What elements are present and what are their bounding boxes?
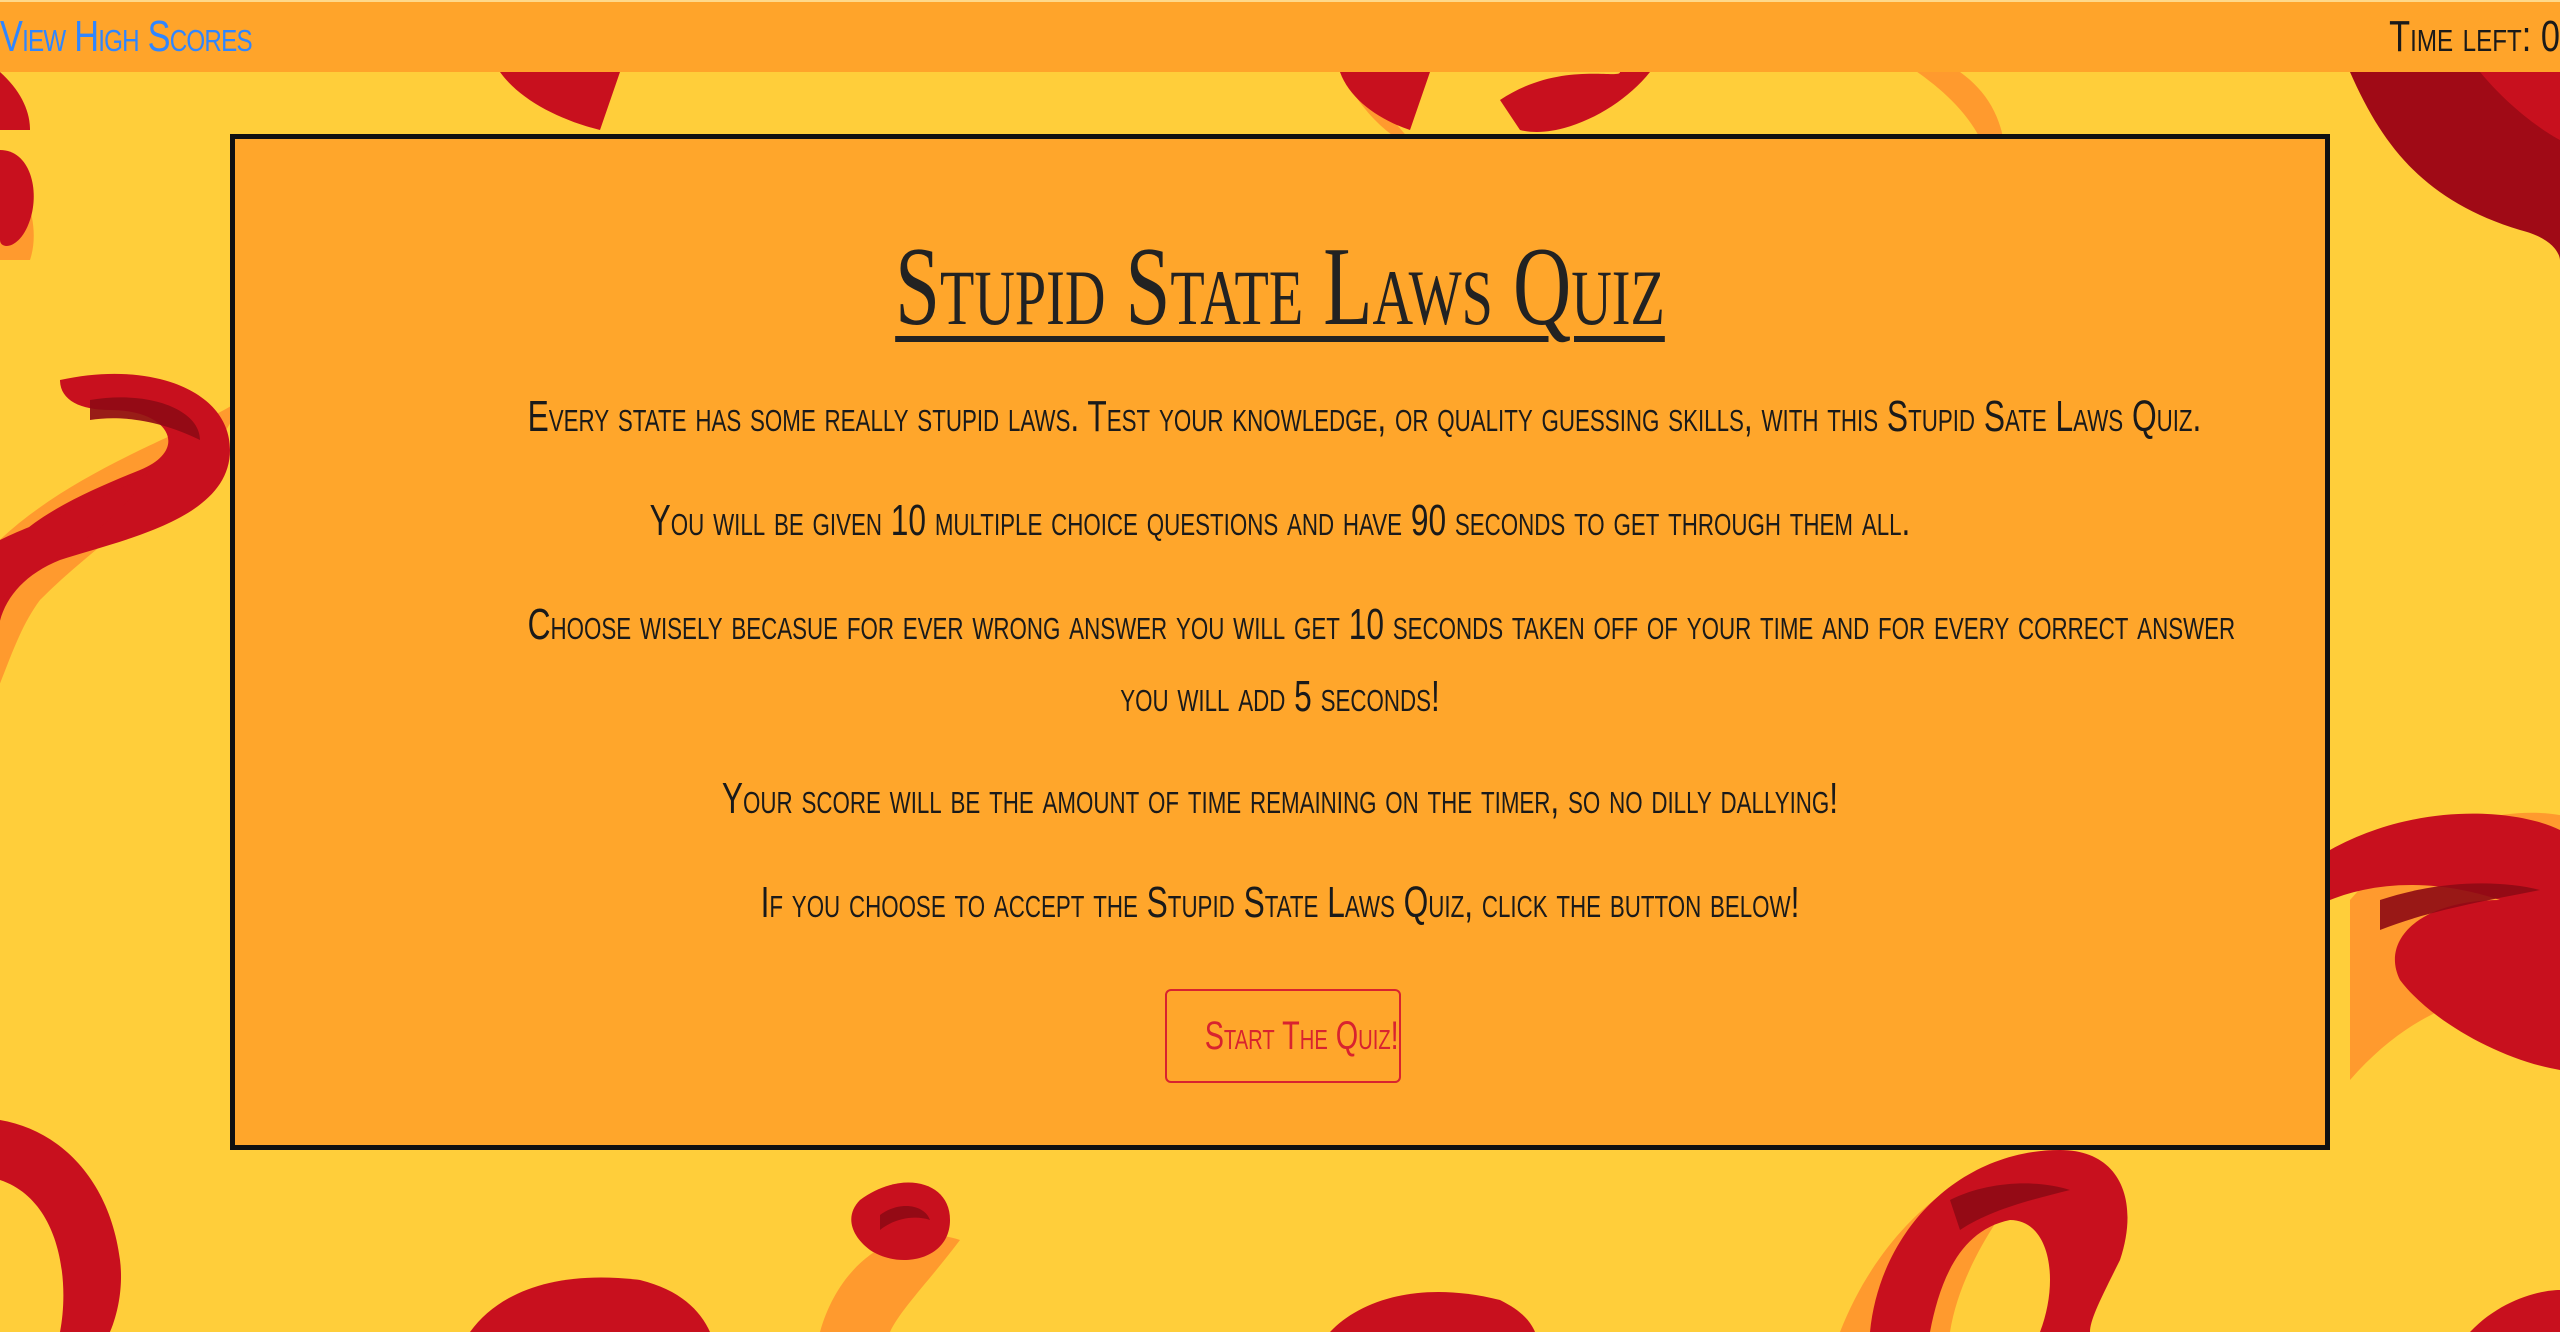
quiz-intro-card: Stupid State Laws Quiz Every state has s…: [230, 134, 2330, 1150]
intro-paragraph-3-line-2: you will add 5 seconds!: [1120, 672, 1440, 721]
view-high-scores-link[interactable]: View High Scores: [0, 12, 253, 62]
timer-display: Time left: 0: [2389, 12, 2560, 61]
intro-paragraph-3-line-1: Choose wisely becasue for ever wrong ans…: [527, 600, 2236, 649]
start-quiz-button-label: Start The Quiz!: [1204, 1013, 1399, 1058]
start-quiz-button[interactable]: Start The Quiz!: [1165, 989, 1401, 1083]
intro-paragraph-2: You will be given 10 multiple choice que…: [649, 496, 1911, 545]
page-title-text: Stupid State Laws Quiz: [895, 225, 1665, 349]
intro-paragraph-5: If you choose to accept the Stupid State…: [760, 878, 1800, 927]
intro-paragraph-4: Your score will be the amount of time re…: [721, 774, 1839, 823]
top-bar: View High Scores Time left: 0: [0, 0, 2560, 72]
intro-paragraph-1: Every state has some really stupid laws.…: [527, 392, 2202, 441]
page-title: Stupid State Laws Quiz: [528, 227, 2033, 347]
